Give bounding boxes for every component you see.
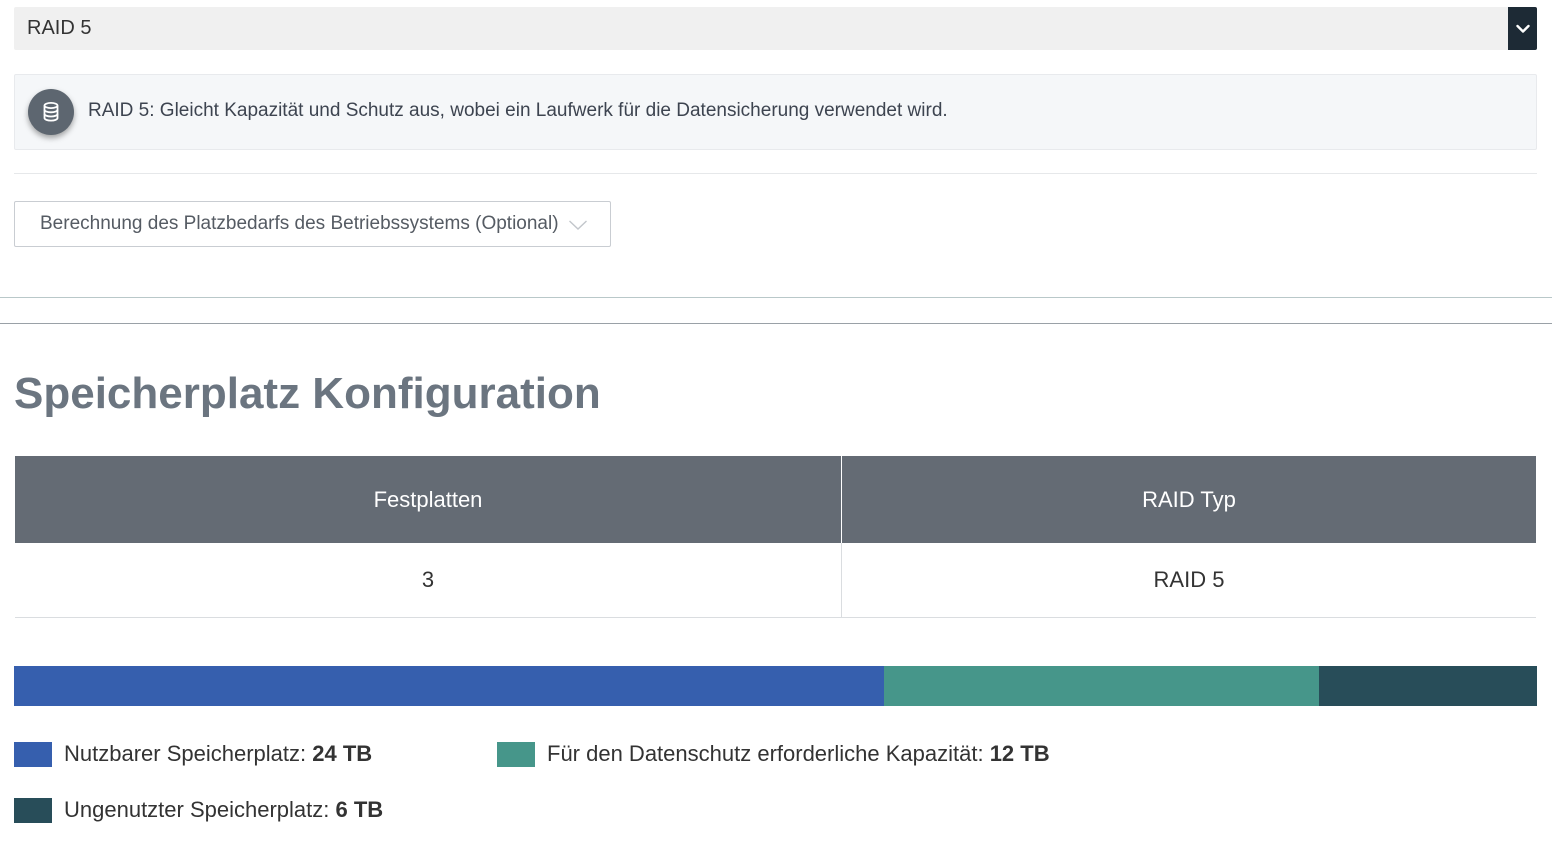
os-space-calculation-dropdown[interactable]: Berechnung des Platzbedarfs des Betriebs… <box>14 201 611 247</box>
legend-item-usable: Nutzbarer Speicherplatz: 24 TB <box>14 741 372 767</box>
divider <box>14 173 1537 174</box>
legend-value-unused: 6 TB <box>335 797 384 822</box>
raid-info-box: RAID 5: Gleicht Kapazität und Schutz aus… <box>14 74 1537 150</box>
cell-disks: 3 <box>15 543 842 618</box>
chevron-down-icon <box>1515 24 1530 33</box>
storage-bar-segment-protection <box>884 666 1320 706</box>
storage-capacity-bar <box>14 666 1537 706</box>
os-space-calculation-label: Berechnung des Platzbedarfs des Betriebs… <box>40 213 559 234</box>
section-title: Speicherplatz Konfiguration <box>14 369 601 418</box>
raid-type-select[interactable]: RAID 5 <box>14 7 1537 50</box>
storage-bar-segment-usable <box>14 666 885 706</box>
column-header-raid-type: RAID Typ <box>841 456 1536 543</box>
raid-type-select-toggle[interactable] <box>1508 7 1537 50</box>
legend-value-protection: 12 TB <box>989 741 1050 766</box>
database-icon <box>28 89 74 135</box>
column-header-disks: Festplatten <box>15 456 842 543</box>
section-divider-bottom <box>0 323 1552 324</box>
legend-label-unused: Ungenutzter Speicherplatz: <box>64 797 330 822</box>
storage-config-table: Festplatten RAID Typ 3 RAID 5 <box>15 456 1536 618</box>
raid-type-select-value: RAID 5 <box>27 17 92 39</box>
table-header-row: Festplatten RAID Typ <box>15 456 1536 543</box>
raid-info-text: RAID 5: Gleicht Kapazität und Schutz aus… <box>88 100 948 121</box>
section-divider-top <box>0 297 1552 298</box>
legend-label-protection: Für den Datenschutz erforderliche Kapazi… <box>547 741 984 766</box>
legend-value-usable: 24 TB <box>312 741 373 766</box>
table-row: 3 RAID 5 <box>15 543 1536 618</box>
legend-swatch-protection <box>497 741 535 767</box>
legend-item-protection: Für den Datenschutz erforderliche Kapazi… <box>497 741 1050 767</box>
legend-label-usable: Nutzbarer Speicherplatz: <box>64 741 307 766</box>
chevron-down-icon <box>569 220 587 230</box>
legend-item-unused: Ungenutzter Speicherplatz: 6 TB <box>14 797 383 823</box>
legend-swatch-usable <box>14 741 52 767</box>
storage-bar-segment-unused <box>1319 666 1537 706</box>
legend-swatch-unused <box>14 797 52 823</box>
cell-raid-type: RAID 5 <box>841 543 1536 618</box>
